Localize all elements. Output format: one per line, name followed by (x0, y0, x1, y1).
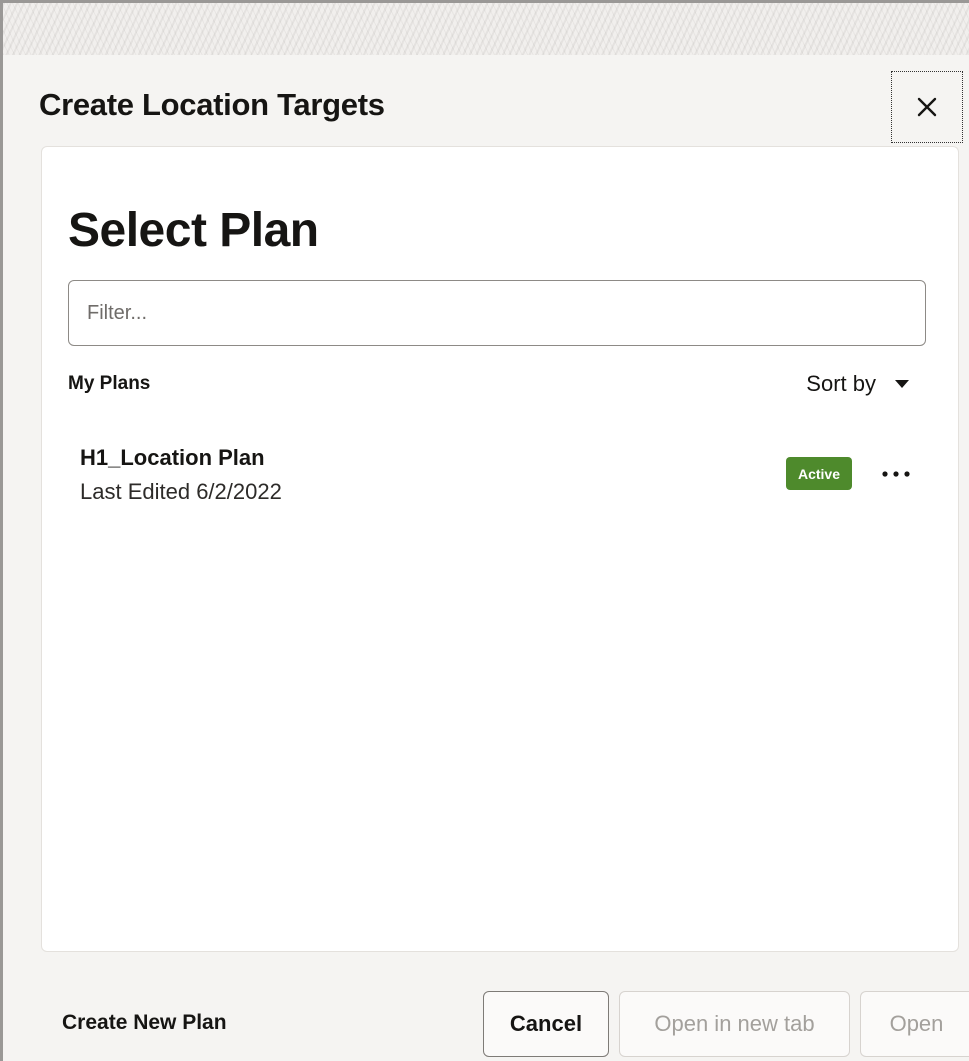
plan-name: H1_Location Plan (80, 445, 265, 470)
open-in-new-tab-button[interactable]: Open in new tab (619, 991, 850, 1057)
dialog-title: Create Location Targets (39, 87, 385, 122)
cancel-button[interactable]: Cancel (483, 991, 609, 1057)
plan-actions-button[interactable] (876, 457, 916, 490)
more-horizontal-icon (882, 470, 910, 477)
panel-title: Select Plan (68, 204, 319, 257)
list-item[interactable]: H1_Location Plan Last Edited 6/2/2022 Ac… (68, 437, 926, 517)
sort-by-label: Sort by (806, 371, 876, 396)
filter-input[interactable] (68, 280, 926, 346)
dialog-window: Create Location Targets Select Plan My P… (0, 0, 969, 1061)
close-icon (917, 97, 937, 117)
status-badge: Active (786, 457, 852, 490)
open-button[interactable]: Open (860, 991, 969, 1057)
select-plan-panel: Select Plan My Plans Sort by H1_Location… (41, 146, 959, 952)
close-button[interactable] (891, 71, 963, 143)
sort-by-dropdown[interactable]: Sort by (806, 371, 910, 397)
caret-down-icon (895, 380, 909, 388)
create-new-plan-link[interactable]: Create New Plan (62, 1011, 227, 1035)
section-label-my-plans: My Plans (68, 373, 151, 394)
plan-last-edited: Last Edited 6/2/2022 (80, 479, 282, 504)
title-bar-texture (3, 3, 969, 55)
